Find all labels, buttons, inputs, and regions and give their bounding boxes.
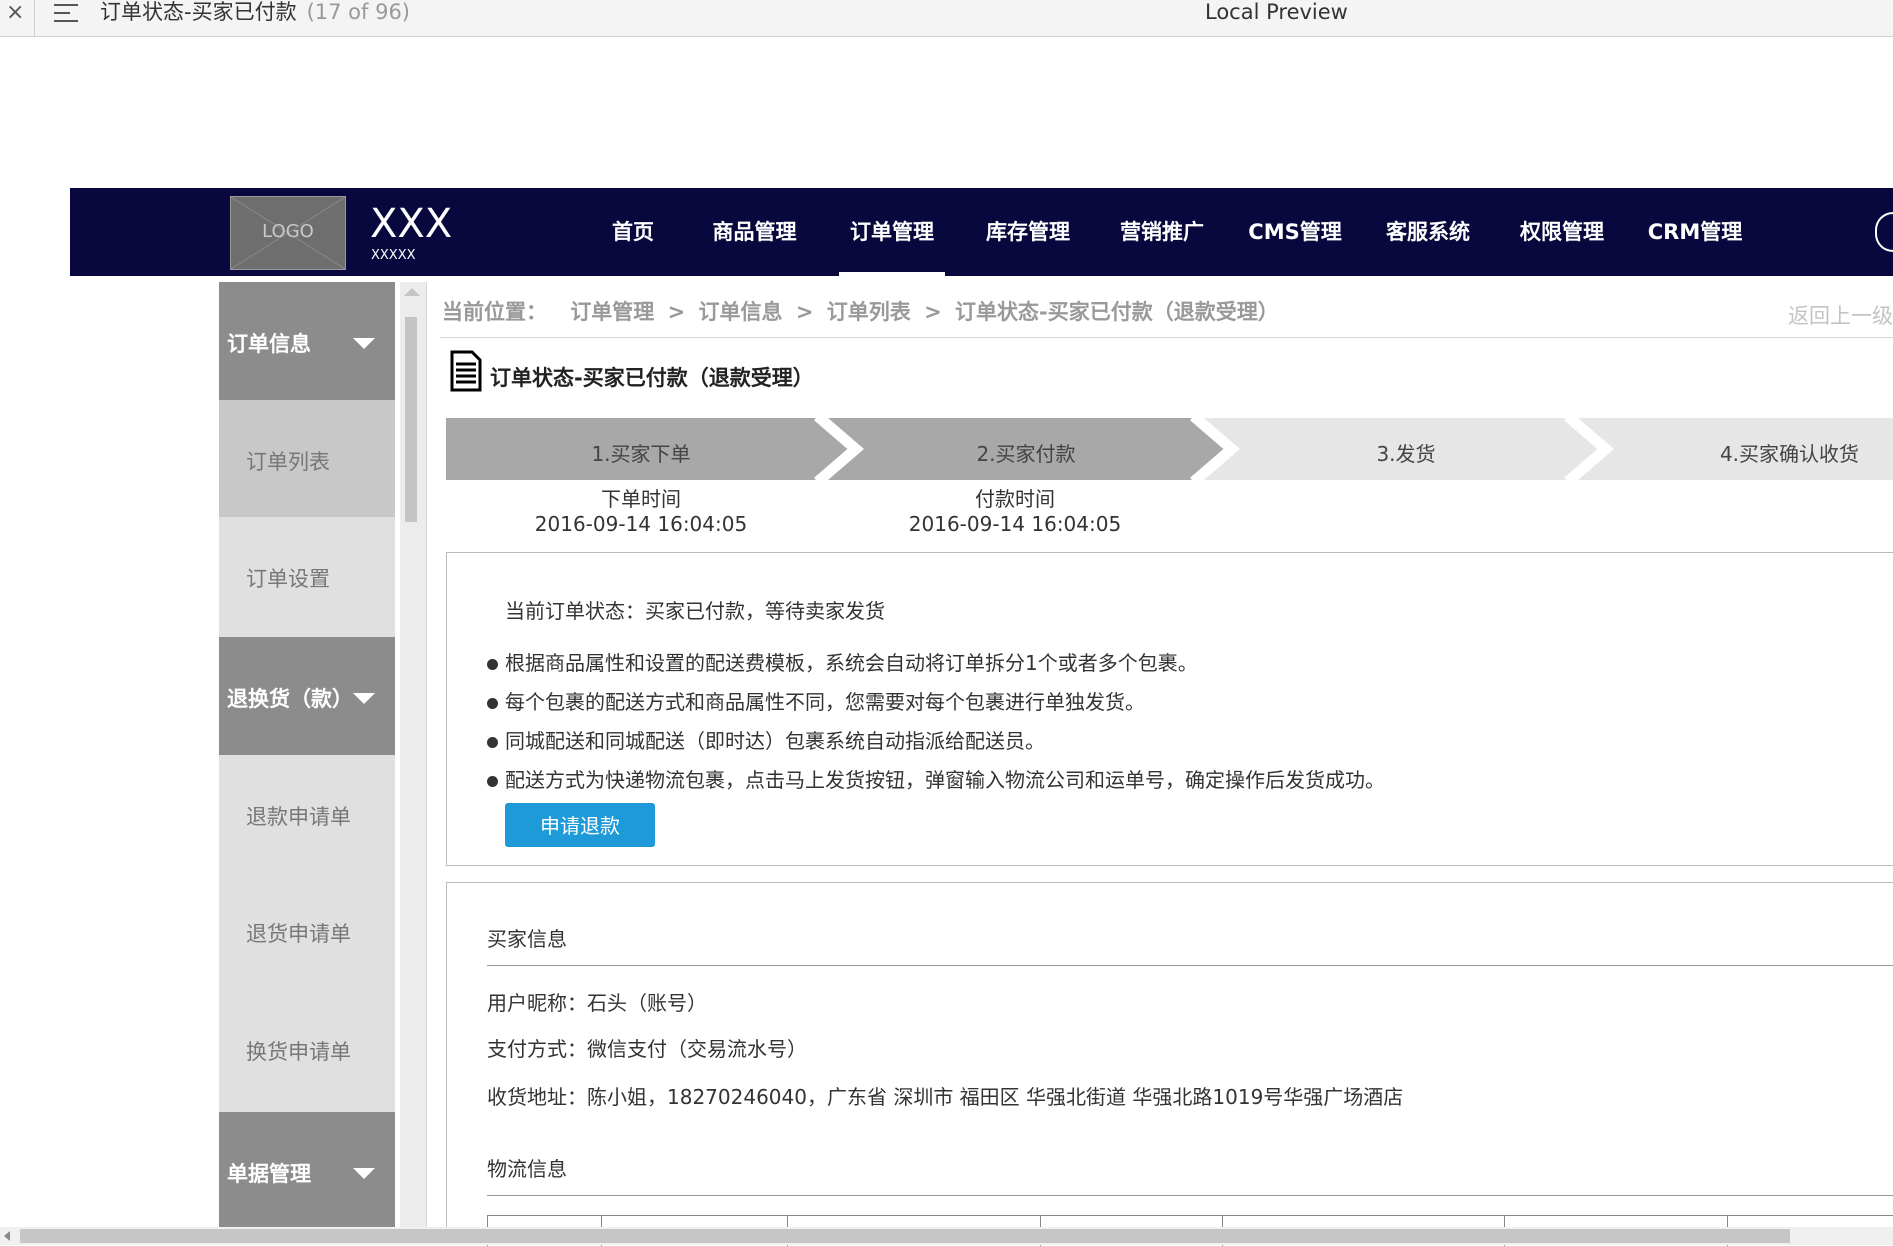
breadcrumb-link-order-info[interactable]: 订单信息 <box>699 300 783 324</box>
logo-text: LOGO <box>262 221 314 242</box>
breadcrumb-separator: > <box>924 300 942 324</box>
main-nav: 首页 商品管理 订单管理 库存管理 营销推广 CMS管理 客服系统 权限管理 C… <box>580 188 1761 276</box>
current-order-status: 当前订单状态：买家已付款，等待卖家发货 <box>505 599 885 623</box>
step-label-4: 4.买家确认收货 <box>1719 442 1860 466</box>
sidebar-item-exchange-requests[interactable]: 换货申请单 <box>219 990 395 1107</box>
sidebar-item-refund-requests[interactable]: 退款申请单 <box>219 755 395 872</box>
sidebar-item-label: 换货申请单 <box>246 1040 351 1064</box>
buyer-nickname: 用户昵称：石头（账号） <box>487 991 707 1015</box>
caret-down-icon <box>353 1168 375 1179</box>
order-time-value: 2016-09-14 16:04:05 <box>534 512 748 536</box>
sidebar-item-label: 订单列表 <box>246 450 330 474</box>
nav-item-cms[interactable]: CMS管理 <box>1229 188 1361 276</box>
site-subtitle: XXXXX <box>371 248 416 263</box>
user-icon[interactable] <box>1875 212 1893 252</box>
site-name: XXX <box>370 201 453 247</box>
order-time-label: 下单时间 <box>601 487 681 511</box>
nav-item-inventory[interactable]: 库存管理 <box>961 188 1095 276</box>
step-label-3: 3.发货 <box>1376 442 1436 466</box>
section-divider <box>487 1195 1893 1196</box>
list-item: 每个包裹的配送方式和商品属性不同，您需要对每个包裹进行单独发货。 <box>487 688 1385 727</box>
toolbar-divider <box>34 0 35 36</box>
preview-title: Local Preview <box>1205 0 1348 24</box>
payment-time-value: 2016-09-14 16:04:05 <box>908 512 1122 536</box>
sidebar-item-return-requests[interactable]: 退货申请单 <box>219 872 395 989</box>
order-progress-steps: 1.买家下单 2.买家付款 3.发货 4.买家确认收货 <box>446 418 1893 480</box>
buyer-payment-method: 支付方式：微信支付（交易流水号） <box>487 1037 807 1061</box>
window-title: 订单状态-买家已付款 <box>100 0 297 24</box>
page-title-tab: 订单状态-买家已付款 (17 of 96) <box>100 0 410 24</box>
sidebar-group-label: 单据管理 <box>227 1162 311 1186</box>
step-time-1: 下单时间 2016-09-14 16:04:05 <box>446 487 836 537</box>
sidebar-group-documents[interactable]: 单据管理 <box>219 1112 395 1230</box>
sidebar: 订单信息 订单列表 订单设置 退换货（款） 退款申请单 退货申请单 换货申请单 … <box>219 282 395 1230</box>
order-status-panel: 当前订单状态：买家已付款，等待卖家发货 根据商品属性和设置的配送费模板，系统会自… <box>446 552 1893 866</box>
page-count: (17 of 96) <box>306 0 410 24</box>
top-header: LOGO XXX XXXXX 首页 商品管理 订单管理 库存管理 营销推广 CM… <box>70 188 1893 276</box>
buyer-shipping-address: 收货地址：陈小姐，18270246040，广东省 深圳市 福田区 华强北街道 华… <box>487 1085 1404 1109</box>
breadcrumb: 当前位置： 订单管理 > 订单信息 > 订单列表 > 订单状态-买家已付款（退款… <box>442 296 1279 326</box>
logo: LOGO <box>230 196 346 270</box>
sidebar-item-order-settings[interactable]: 订单设置 <box>219 517 395 634</box>
breadcrumb-link-order-list[interactable]: 订单列表 <box>827 300 911 324</box>
sidebar-item-order-list[interactable]: 订单列表 <box>219 400 395 517</box>
back-link[interactable]: 返回上一级 <box>1788 300 1893 330</box>
breadcrumb-separator: > <box>795 300 814 324</box>
section-divider <box>487 965 1893 966</box>
nav-item-permissions[interactable]: 权限管理 <box>1495 188 1629 276</box>
breadcrumb-prefix: 当前位置： <box>442 300 547 324</box>
sidebar-item-label: 订单设置 <box>246 567 330 591</box>
status-tips-list: 根据商品属性和设置的配送费模板，系统会自动将订单拆分1个或者多个包裹。 每个包裹… <box>487 649 1385 805</box>
scroll-left-icon[interactable] <box>4 1231 10 1241</box>
step-label-2: 2.买家付款 <box>976 442 1076 466</box>
list-item: 配送方式为快递物流包裹，点击马上发货按钮，弹窗输入物流公司和运单号，确定操作后发… <box>487 766 1385 805</box>
close-icon[interactable]: × <box>6 0 24 26</box>
document-icon <box>450 350 482 392</box>
menu-icon[interactable] <box>54 4 78 22</box>
scrollbar-thumb[interactable] <box>20 1229 1790 1243</box>
breadcrumb-divider <box>440 337 1893 338</box>
nav-item-home[interactable]: 首页 <box>580 188 686 276</box>
apply-refund-button[interactable]: 申请退款 <box>505 803 655 847</box>
breadcrumb-link-orders[interactable]: 订单管理 <box>570 300 654 324</box>
breadcrumb-current: 订单状态-买家已付款（退款受理） <box>955 300 1279 324</box>
nav-item-customer-service[interactable]: 客服系统 <box>1361 188 1495 276</box>
payment-time-label: 付款时间 <box>975 487 1055 511</box>
nav-item-products[interactable]: 商品管理 <box>686 188 823 276</box>
caret-down-icon <box>353 338 375 349</box>
scrollbar-thumb[interactable] <box>405 317 417 522</box>
breadcrumb-separator: > <box>667 300 686 324</box>
step-label-1: 1.买家下单 <box>591 442 691 466</box>
sidebar-group-order-info[interactable]: 订单信息 <box>219 282 395 400</box>
main-content: 当前位置： 订单管理 > 订单信息 > 订单列表 > 订单状态-买家已付款（退款… <box>440 282 1893 1246</box>
sidebar-group-label: 订单信息 <box>227 332 311 356</box>
sidebar-item-label: 退货申请单 <box>246 922 351 946</box>
nav-item-orders[interactable]: 订单管理 <box>839 188 945 276</box>
buyer-info-panel: 买家信息 用户昵称：石头（账号） 支付方式：微信支付（交易流水号） 收货地址：陈… <box>446 882 1893 1246</box>
nav-item-marketing[interactable]: 营销推广 <box>1095 188 1229 276</box>
logistics-info-title: 物流信息 <box>487 1157 567 1181</box>
preview-toolbar: × 订单状态-买家已付款 (17 of 96) Local Preview <box>0 0 1893 37</box>
sidebar-group-label: 退换货（款） <box>227 687 353 711</box>
horizontal-scrollbar[interactable] <box>0 1227 1893 1245</box>
page-title: 订单状态-买家已付款（退款受理） <box>490 366 814 390</box>
caret-down-icon <box>353 693 375 704</box>
scroll-up-icon[interactable] <box>404 288 420 296</box>
sidebar-item-label: 退款申请单 <box>246 805 351 829</box>
list-item: 根据商品属性和设置的配送费模板，系统会自动将订单拆分1个或者多个包裹。 <box>487 649 1385 688</box>
sidebar-scrollbar[interactable] <box>400 282 427 1227</box>
nav-item-crm[interactable]: CRM管理 <box>1629 188 1761 276</box>
buyer-info-title: 买家信息 <box>487 927 567 951</box>
list-item: 同城配送和同城配送（即时达）包裹系统自动指派给配送员。 <box>487 727 1385 766</box>
sidebar-group-returns[interactable]: 退换货（款） <box>219 637 395 755</box>
step-time-2: 付款时间 2016-09-14 16:04:05 <box>820 487 1210 537</box>
